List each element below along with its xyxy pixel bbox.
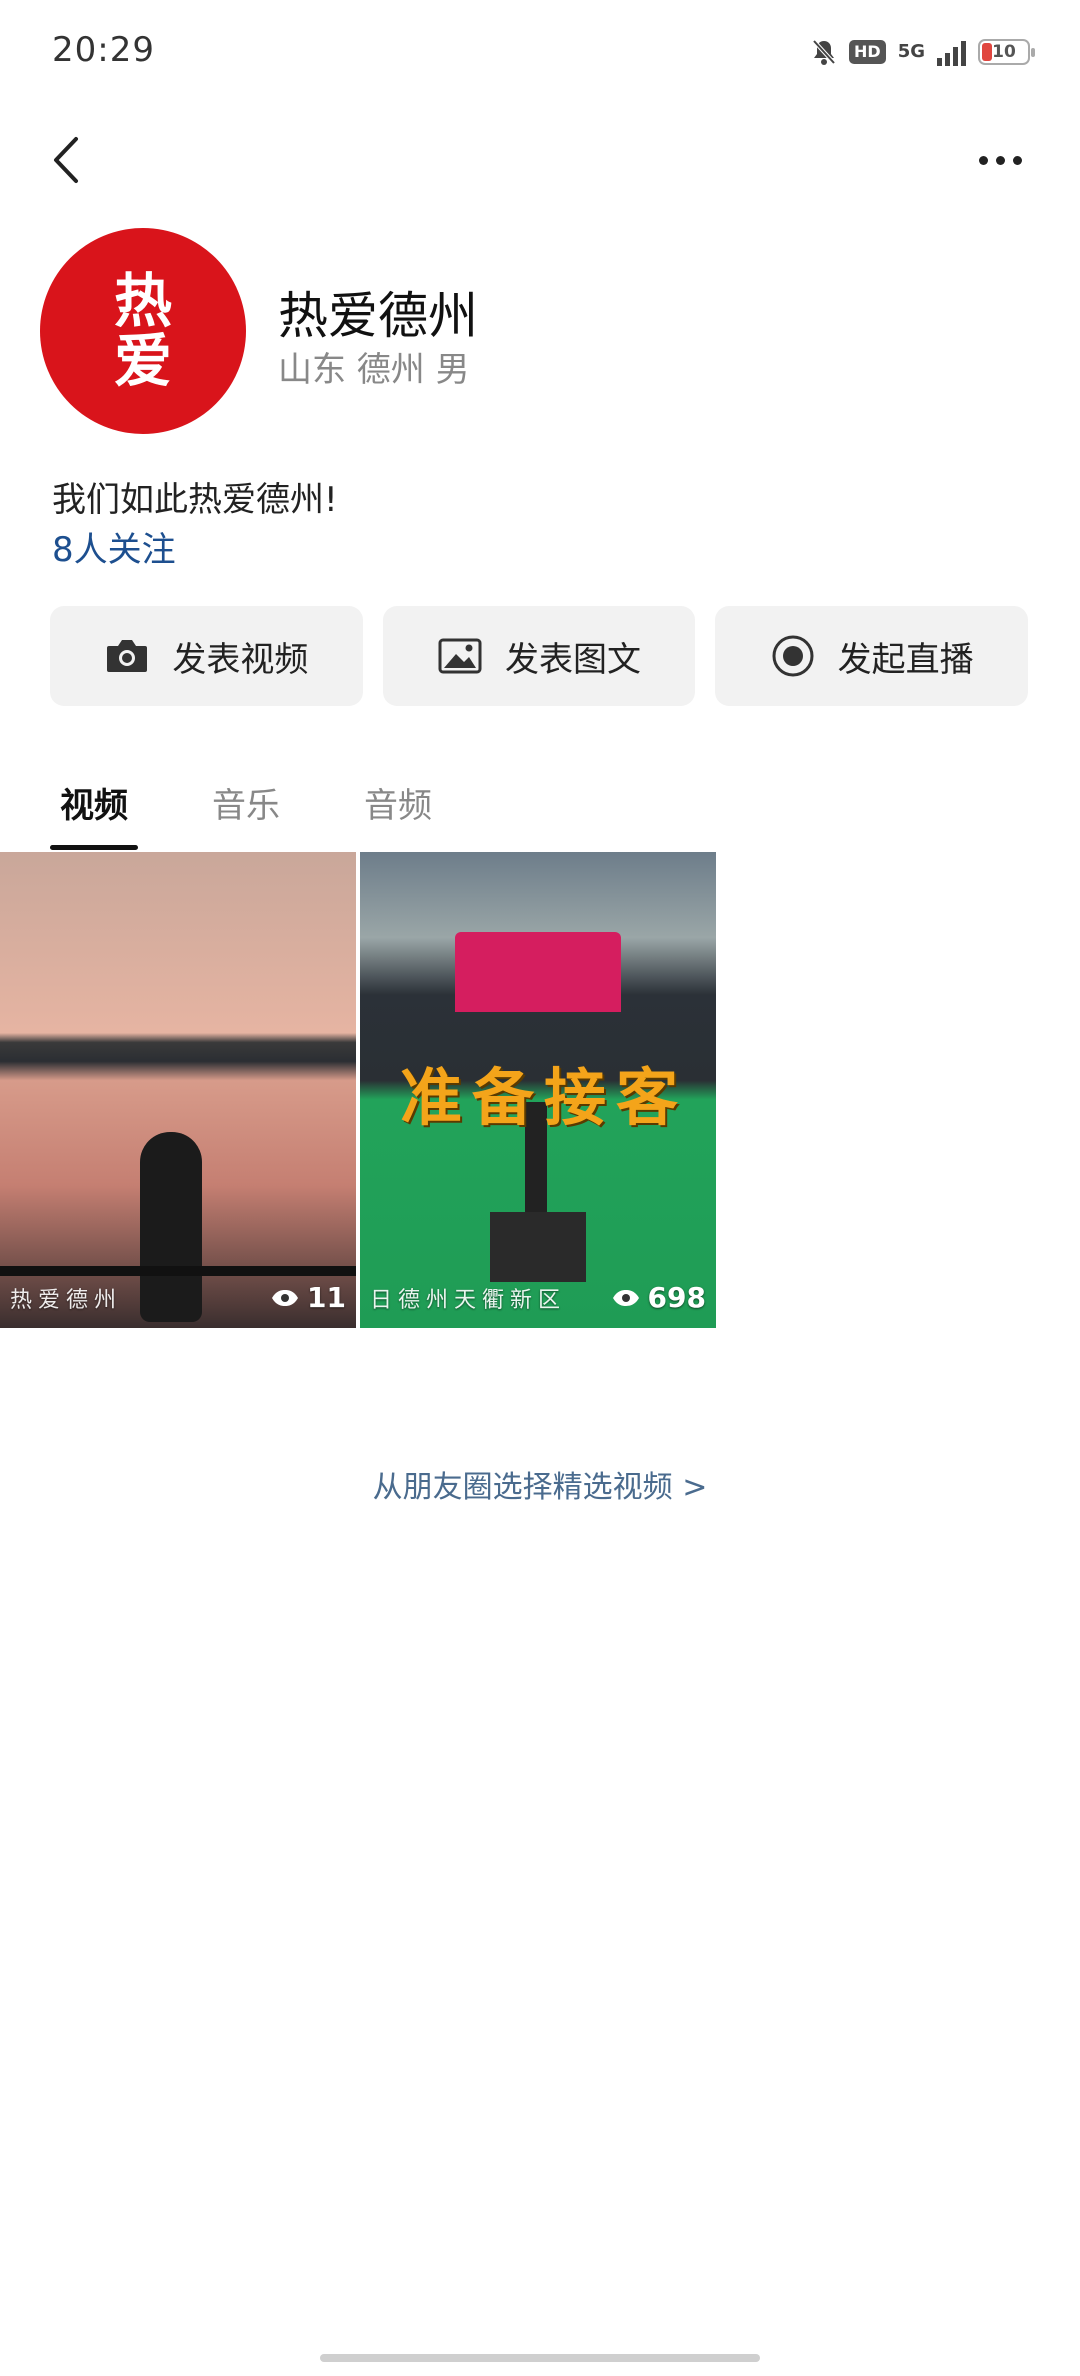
post-video-label: 发表视频: [172, 639, 309, 680]
view-count-value: 11: [307, 1281, 346, 1314]
followers-link[interactable]: 8人关注: [52, 522, 176, 571]
hd-badge: HD: [849, 40, 886, 64]
content-tabs: 视频 音乐 音频: [40, 770, 452, 850]
network-label: 5G: [897, 41, 925, 62]
video-caption: 热爱德州: [10, 1287, 123, 1313]
view-count: 11: [271, 1281, 346, 1314]
battery-level: 10: [992, 42, 1016, 62]
profile-bio: 我们如此热爱德州!: [52, 480, 338, 520]
eye-icon: [272, 1289, 299, 1306]
status-icons: HD 5G 10: [811, 38, 1035, 66]
live-record-icon: [770, 633, 816, 679]
view-count-value: 698: [647, 1281, 706, 1314]
chevron-left-icon: [54, 137, 78, 183]
view-count: 698: [612, 1281, 706, 1314]
eye-icon: [612, 1289, 639, 1306]
avatar[interactable]: 热 爱: [40, 228, 246, 434]
more-dot: [978, 155, 988, 165]
more-dot: [1012, 155, 1022, 165]
nav-bar: [0, 110, 1080, 220]
avatar-logo: 热 爱: [114, 271, 172, 391]
video-caption: 日德州天衢新区: [370, 1287, 567, 1313]
action-buttons: 发表视频 发表图文 发起直播: [50, 606, 1029, 706]
video-overlay-title: 准备接客: [400, 1061, 689, 1134]
video-thumbnail[interactable]: 热爱德州 11: [0, 852, 356, 1328]
post-image-text-label: 发表图文: [505, 639, 641, 680]
thumbnail-footer: 热爱德州 11: [0, 1281, 356, 1314]
signal-icon: [937, 38, 966, 66]
back-button[interactable]: [30, 120, 100, 200]
profile-location: 山东 德州 男: [278, 350, 470, 390]
tab-music[interactable]: 音乐: [192, 770, 300, 850]
more-button[interactable]: [960, 120, 1040, 200]
start-live-button[interactable]: 发起直播: [715, 606, 1029, 706]
video-grid: 热爱德州 11 准备接客 日德州天衢新区 698: [0, 852, 720, 1328]
start-live-label: 发起直播: [837, 639, 974, 680]
profile-name: 热爱德州: [278, 287, 478, 345]
avatar-logo-char: 爱: [113, 327, 172, 395]
bell-muted-icon: [812, 39, 836, 65]
image-icon: [437, 633, 483, 679]
select-featured-videos-link[interactable]: 从朋友圈选择精选视频 >: [0, 1462, 1080, 1506]
post-video-button[interactable]: 发表视频: [50, 606, 363, 706]
tab-video[interactable]: 视频: [40, 770, 148, 850]
post-image-text-button[interactable]: 发表图文: [382, 606, 696, 706]
thumbnail-footer: 日德州天衢新区 698: [360, 1281, 716, 1314]
clock: 20:29: [52, 30, 155, 70]
status-bar: 20:29 HD 5G 10: [0, 0, 1080, 110]
home-indicator[interactable]: [320, 2354, 760, 2362]
camera-icon: [104, 633, 150, 679]
battery-icon: 10: [978, 39, 1035, 65]
avatar-logo-char: 热: [113, 267, 172, 335]
fence-rail: [0, 1266, 356, 1276]
tab-audio[interactable]: 音频: [344, 770, 452, 850]
more-dot: [995, 155, 1005, 165]
stage-platform: [490, 1212, 586, 1282]
stage-structure: [455, 932, 621, 1012]
video-thumbnail[interactable]: 准备接客 日德州天衢新区 698: [360, 852, 716, 1328]
